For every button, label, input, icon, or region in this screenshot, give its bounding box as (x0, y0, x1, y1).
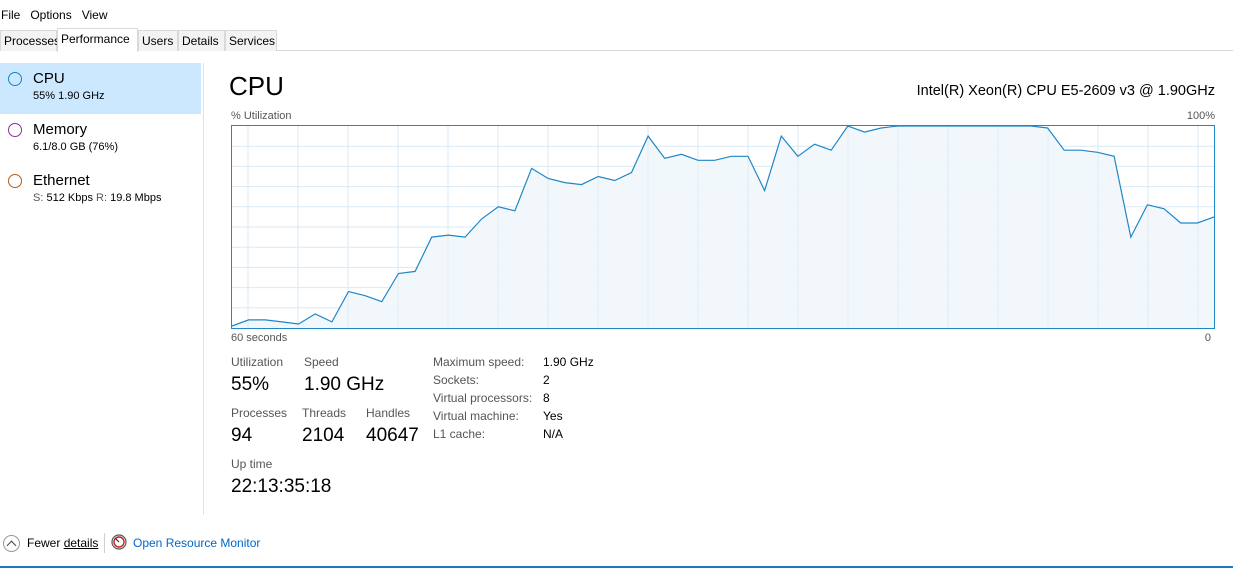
handles-label: Handles (366, 406, 411, 420)
uptime-value: 22:13:35:18 (231, 476, 332, 497)
speed-label: Speed (304, 355, 339, 369)
menu-view[interactable]: View (81, 0, 113, 30)
sidebar-item-detail: S: 512 Kbps R: 19.8 Mbps (33, 192, 161, 204)
resource-monitor-icon (111, 534, 127, 550)
open-resource-monitor-link[interactable]: Open Resource Monitor (133, 536, 260, 550)
menu-file[interactable]: File (0, 0, 25, 30)
page-title: CPU (229, 71, 284, 101)
chevron-up-icon[interactable] (3, 535, 20, 552)
ethernet-circle-icon (8, 174, 22, 188)
sidebar-item-label: Ethernet (33, 172, 90, 189)
cpu-panel: CPU Intel(R) Xeon(R) CPU E5-2609 v3 @ 1.… (205, 63, 1233, 523)
processes-value: 94 (231, 425, 253, 446)
sidebar-item-label: Memory (33, 121, 88, 138)
sockets-label: Sockets: (433, 373, 480, 387)
performance-sidebar: CPU 55% 1.90 GHz Memory 6.1/8.0 GB (76%)… (0, 63, 204, 515)
threads-label: Threads (302, 406, 347, 420)
virtual-machine-value: Yes (543, 409, 563, 423)
tab-bar: Processes Performance Users Details Serv… (0, 28, 1233, 52)
virtual-processors-label: Virtual processors: (433, 391, 533, 405)
utilization-value: 55% (231, 374, 270, 395)
max-speed-label: Maximum speed: (433, 355, 525, 369)
send-label: S: (33, 192, 44, 204)
tab-users[interactable]: Users (138, 30, 178, 51)
fewer-details-underlined: details (63, 536, 99, 550)
threads-value: 2104 (302, 425, 345, 446)
footer-divider (104, 533, 105, 553)
max-speed-value: 1.90 GHz (543, 355, 594, 369)
tab-processes[interactable]: Processes (0, 30, 60, 51)
sidebar-item-detail: 55% 1.90 GHz (33, 90, 105, 102)
menu-bar: File Options View (0, 0, 1233, 30)
time-axis-label: 60 seconds (231, 332, 288, 344)
max-axis-label: 100% (1186, 110, 1215, 122)
sidebar-item-cpu[interactable]: CPU 55% 1.90 GHz (0, 63, 201, 114)
utilization-axis-label: % Utilization (231, 110, 292, 122)
uptime-label: Up time (231, 457, 273, 471)
zero-axis-label: 0 (1204, 332, 1211, 344)
cpu-model-name: Intel(R) Xeon(R) CPU E5-2609 v3 @ 1.90GH… (916, 83, 1215, 99)
receive-value: 19.8 Mbps (110, 192, 162, 204)
utilization-label: Utilization (231, 355, 284, 369)
memory-circle-icon (8, 123, 22, 137)
tab-performance[interactable]: Performance (57, 28, 138, 52)
send-value: 512 Kbps (46, 192, 93, 204)
tab-services[interactable]: Services (225, 30, 277, 51)
handles-value: 40647 (366, 425, 419, 446)
cpu-utilization-graph (231, 125, 1215, 329)
menu-options[interactable]: Options (29, 0, 76, 30)
fewer-details-prefix: Fewer (27, 536, 64, 550)
sockets-value: 2 (543, 373, 550, 387)
tab-details[interactable]: Details (178, 30, 225, 51)
receive-label: R: (96, 192, 108, 204)
speed-value: 1.90 GHz (304, 374, 385, 395)
l1-cache-value: N/A (543, 427, 564, 441)
sidebar-item-memory[interactable]: Memory 6.1/8.0 GB (76%) (0, 114, 201, 165)
fewer-details-button[interactable]: Fewer details (27, 536, 98, 550)
sidebar-item-detail: 6.1/8.0 GB (76%) (33, 141, 118, 153)
footer-bar: Fewer details Open Resource Monitor (0, 530, 1233, 568)
virtual-processors-value: 8 (543, 391, 550, 405)
processes-label: Processes (231, 406, 288, 420)
l1-cache-label: L1 cache: (433, 427, 486, 441)
virtual-machine-label: Virtual machine: (433, 409, 519, 423)
sidebar-item-ethernet[interactable]: Ethernet S: 512 Kbps R: 19.8 Mbps (0, 165, 201, 216)
cpu-circle-icon (8, 72, 22, 86)
sidebar-item-label: CPU (33, 70, 65, 87)
